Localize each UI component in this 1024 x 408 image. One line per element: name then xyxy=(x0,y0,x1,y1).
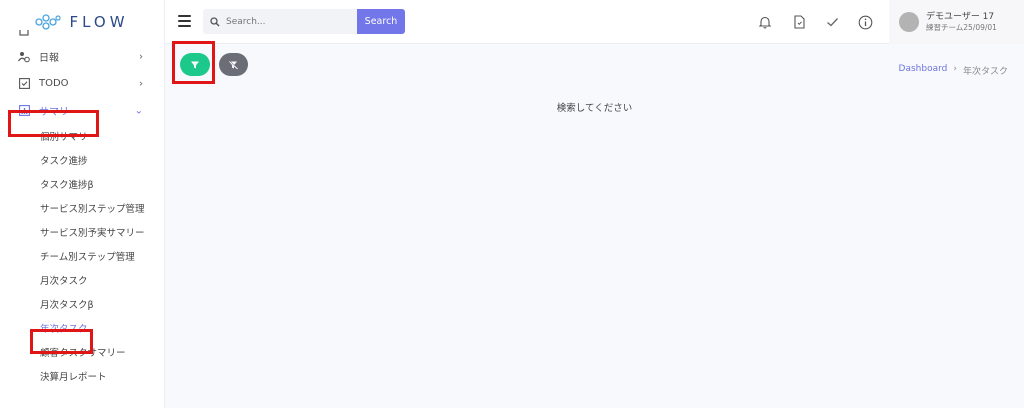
subnav-annual-task[interactable]: 年次タスク xyxy=(0,316,164,340)
search-bar: Search xyxy=(203,9,405,34)
search-button[interactable]: Search xyxy=(357,9,405,34)
breadcrumb-current: 年次タスク xyxy=(962,67,1008,77)
filter-icon xyxy=(190,55,200,74)
search-box[interactable] xyxy=(203,9,357,34)
sidebar-nav: 日報 › TODO › サマリー ⌄ 個別サマリー タスク進捗 タスク進捗β サ… xyxy=(0,30,164,388)
main-content: Dashboard › 年次タスク 検索してください xyxy=(165,45,1024,408)
subnav-team-step-management[interactable]: チーム別ステップ管理 xyxy=(0,244,164,268)
sidebar-item-partial[interactable] xyxy=(0,30,164,40)
filter-clear-icon xyxy=(228,55,239,74)
subnav-fiscal-month-report[interactable]: 決算月レポート xyxy=(0,364,164,388)
chevron-right-icon: › xyxy=(139,51,143,62)
subnav-customer-task-summary[interactable]: 顧客タスクサマリー xyxy=(0,340,164,364)
user-team: 練習チーム25/09/01 xyxy=(926,22,997,32)
sidebar-item-label: サマリー xyxy=(39,107,79,118)
subnav-monthly-task-beta[interactable]: 月次タスクβ xyxy=(0,292,164,316)
chart-icon xyxy=(18,105,30,117)
sidebar-item-label: 日報 xyxy=(39,53,59,64)
topbar: Search デモユーザー 17 練習チーム25/09/01 xyxy=(165,0,1024,44)
hamburger-menu-icon[interactable] xyxy=(178,15,191,27)
sidebar-item-summary[interactable]: サマリー ⌄ xyxy=(0,97,164,124)
bell-icon[interactable] xyxy=(756,13,774,31)
person-clock-icon xyxy=(18,51,30,63)
subnav-service-step-management[interactable]: サービス別ステップ管理 xyxy=(0,196,164,220)
breadcrumb-separator: › xyxy=(953,64,957,74)
chevron-down-icon: ⌄ xyxy=(134,105,143,116)
subnav-service-budget-actual[interactable]: サービス別予実サマリー xyxy=(0,220,164,244)
avatar xyxy=(899,12,919,32)
user-menu[interactable]: デモユーザー 17 練習チーム25/09/01 xyxy=(889,0,1024,44)
sidebar: FLOW 日報 › TODO › サマリー ⌄ 個別サマリー タスク進捗 タスク… xyxy=(0,0,165,408)
info-icon[interactable] xyxy=(856,13,874,31)
checkbox-icon xyxy=(18,78,30,90)
user-info: デモユーザー 17 練習チーム25/09/01 xyxy=(926,12,997,33)
subnav-monthly-task[interactable]: 月次タスク xyxy=(0,268,164,292)
sidebar-item-label: TODO xyxy=(39,78,69,89)
filter-button[interactable] xyxy=(180,53,210,76)
sidebar-item-todo[interactable]: TODO › xyxy=(0,70,164,97)
subnav-task-progress-beta[interactable]: タスク進捗β xyxy=(0,172,164,196)
user-name: デモユーザー 17 xyxy=(926,11,995,22)
subnav-task-progress[interactable]: タスク進捗 xyxy=(0,148,164,172)
brand-name: FLOW xyxy=(69,13,129,31)
flow-logo-icon xyxy=(35,14,62,30)
breadcrumb-dashboard[interactable]: Dashboard xyxy=(899,64,948,77)
check-icon[interactable] xyxy=(823,13,841,31)
search-icon xyxy=(210,12,220,31)
chevron-right-icon: › xyxy=(139,78,143,89)
breadcrumb: Dashboard › 年次タスク xyxy=(899,64,1008,77)
clear-filter-button[interactable] xyxy=(219,53,248,76)
menu-icon xyxy=(18,30,30,40)
empty-state-message: 検索してください xyxy=(556,103,633,114)
document-icon[interactable] xyxy=(790,13,808,31)
sidebar-item-daily-report[interactable]: 日報 › xyxy=(0,43,164,70)
subnav-individual-summary[interactable]: 個別サマリー xyxy=(0,124,164,148)
search-input[interactable] xyxy=(226,16,336,27)
